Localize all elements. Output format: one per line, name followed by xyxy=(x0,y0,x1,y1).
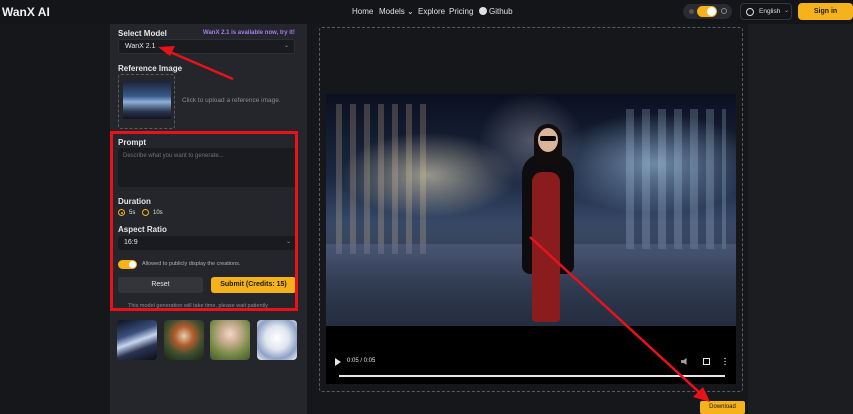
annotation-arrow-line-model xyxy=(169,50,234,81)
annotation-arrowhead-model xyxy=(158,46,175,56)
annotation-arrow-line-download xyxy=(529,236,701,394)
annotation-arrows xyxy=(158,46,710,402)
